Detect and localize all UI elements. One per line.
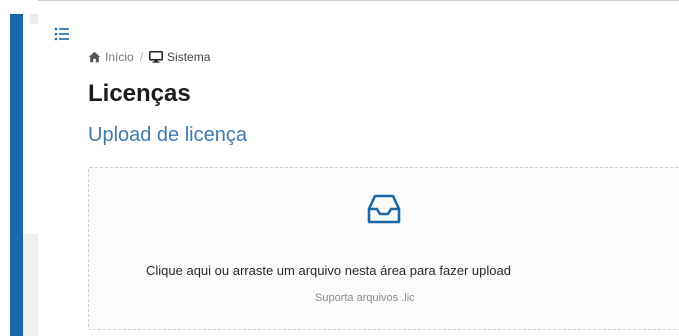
monitor-icon [149, 51, 163, 63]
sidebar-panel [23, 234, 38, 336]
sidebar-accent-bar [10, 14, 23, 336]
upload-dropzone[interactable]: Clique aqui ou arraste um arquivo nesta … [88, 167, 679, 330]
section-title: Upload de licença [88, 124, 247, 146]
sidebar-corner [30, 14, 38, 24]
list-icon [54, 27, 69, 41]
breadcrumb: Início / Sistema [88, 50, 210, 64]
page-title: Licenças [88, 80, 191, 107]
inbox-icon [367, 194, 401, 224]
upload-instruction: Clique aqui ou arraste um arquivo nesta … [146, 263, 511, 278]
upload-hint: Suporta arquivos .lic [315, 292, 415, 304]
top-border [0, 0, 679, 1]
home-icon [88, 51, 101, 63]
sidebar [0, 0, 38, 336]
breadcrumb-separator: / [139, 50, 144, 64]
breadcrumb-home-link[interactable]: Início [88, 50, 134, 64]
breadcrumb-home-label: Início [105, 50, 134, 64]
menu-toggle-button[interactable] [51, 25, 73, 43]
breadcrumb-current: Sistema [149, 50, 210, 64]
breadcrumb-current-label: Sistema [167, 50, 211, 64]
